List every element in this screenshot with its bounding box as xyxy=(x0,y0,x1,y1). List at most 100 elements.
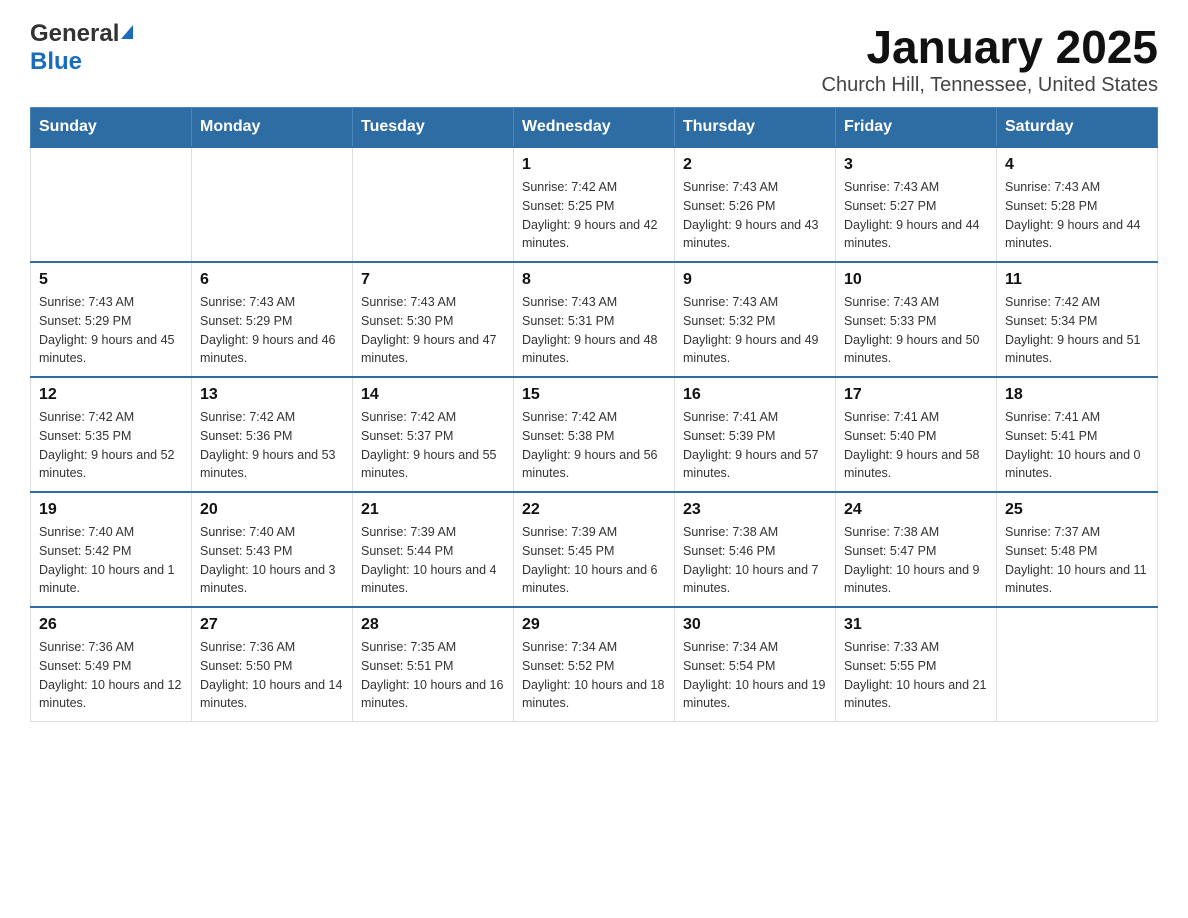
day-number: 18 xyxy=(1005,386,1149,404)
day-info: Sunrise: 7:37 AM Sunset: 5:48 PM Dayligh… xyxy=(1005,523,1149,598)
day-info: Sunrise: 7:42 AM Sunset: 5:34 PM Dayligh… xyxy=(1005,293,1149,368)
day-info: Sunrise: 7:34 AM Sunset: 5:54 PM Dayligh… xyxy=(683,638,827,713)
calendar-cell-w5-d7 xyxy=(997,607,1158,722)
day-number: 15 xyxy=(522,386,666,404)
calendar-cell-w2-d7: 11 Sunrise: 7:42 AM Sunset: 5:34 PM Dayli… xyxy=(997,262,1158,377)
day-info: Sunrise: 7:42 AM Sunset: 5:37 PM Dayligh… xyxy=(361,408,505,483)
page-subtitle: Church Hill, Tennessee, United States xyxy=(822,74,1158,97)
logo-blue-text: Blue xyxy=(30,48,82,75)
logo: General Blue xyxy=(30,20,133,76)
day-info: Sunrise: 7:43 AM Sunset: 5:30 PM Dayligh… xyxy=(361,293,505,368)
day-info: Sunrise: 7:38 AM Sunset: 5:46 PM Dayligh… xyxy=(683,523,827,598)
calendar-cell-w2-d6: 10Sunrise: 7:43 AM Sunset: 5:33 PM Dayli… xyxy=(836,262,997,377)
page-title: January 2025 xyxy=(822,20,1158,74)
day-info: Sunrise: 7:43 AM Sunset: 5:31 PM Dayligh… xyxy=(522,293,666,368)
calendar-week-1: 1 Sunrise: 7:42 AM Sunset: 5:25 PM Daylig… xyxy=(31,147,1158,262)
day-number: 21 xyxy=(361,501,505,519)
calendar-cell-w1-d7: 4Sunrise: 7:43 AM Sunset: 5:28 PM Daylig… xyxy=(997,147,1158,262)
calendar-week-5: 26Sunrise: 7:36 AM Sunset: 5:49 PM Dayli… xyxy=(31,607,1158,722)
calendar-cell-w5-d1: 26Sunrise: 7:36 AM Sunset: 5:49 PM Dayli… xyxy=(31,607,192,722)
col-sunday: Sunday xyxy=(31,108,192,148)
day-number: 6 xyxy=(200,271,344,289)
day-info: Sunrise: 7:39 AM Sunset: 5:44 PM Dayligh… xyxy=(361,523,505,598)
day-info: Sunrise: 7:35 AM Sunset: 5:51 PM Dayligh… xyxy=(361,638,505,713)
calendar-cell-w1-d2 xyxy=(192,147,353,262)
day-info: Sunrise: 7:43 AM Sunset: 5:28 PM Dayligh… xyxy=(1005,178,1149,253)
day-number: 11 xyxy=(1005,271,1149,289)
calendar-week-4: 19 Sunrise: 7:40 AM Sunset: 5:42 PM Dayli… xyxy=(31,492,1158,607)
calendar-cell-w2-d5: 9 Sunrise: 7:43 AM Sunset: 5:32 PM Daylig… xyxy=(675,262,836,377)
day-number: 22 xyxy=(522,501,666,519)
day-number: 1 xyxy=(522,156,666,174)
day-number: 28 xyxy=(361,616,505,634)
title-block: January 2025 Church Hill, Tennessee, Uni… xyxy=(822,20,1158,97)
day-info: Sunrise: 7:38 AM Sunset: 5:47 PM Dayligh… xyxy=(844,523,988,598)
calendar-cell-w4-d7: 25 Sunrise: 7:37 AM Sunset: 5:48 PM Dayli… xyxy=(997,492,1158,607)
day-info: Sunrise: 7:40 AM Sunset: 5:42 PM Dayligh… xyxy=(39,523,183,598)
day-number: 14 xyxy=(361,386,505,404)
day-number: 3 xyxy=(844,156,988,174)
calendar-cell-w4-d5: 23 Sunrise: 7:38 AM Sunset: 5:46 PM Dayli… xyxy=(675,492,836,607)
day-number: 25 xyxy=(1005,501,1149,519)
day-number: 9 xyxy=(683,271,827,289)
day-number: 20 xyxy=(200,501,344,519)
day-info: Sunrise: 7:43 AM Sunset: 5:27 PM Dayligh… xyxy=(844,178,988,253)
logo-general-text: General xyxy=(30,20,119,48)
day-info: Sunrise: 7:43 AM Sunset: 5:33 PM Dayligh… xyxy=(844,293,988,368)
day-info: Sunrise: 7:42 AM Sunset: 5:25 PM Dayligh… xyxy=(522,178,666,253)
day-info: Sunrise: 7:43 AM Sunset: 5:32 PM Dayligh… xyxy=(683,293,827,368)
calendar-cell-w3-d2: 13Sunrise: 7:42 AM Sunset: 5:36 PM Dayli… xyxy=(192,377,353,492)
col-thursday: Thursday xyxy=(675,108,836,148)
calendar-cell-w3-d4: 15 Sunrise: 7:42 AM Sunset: 5:38 PM Dayli… xyxy=(514,377,675,492)
day-info: Sunrise: 7:41 AM Sunset: 5:40 PM Dayligh… xyxy=(844,408,988,483)
day-number: 27 xyxy=(200,616,344,634)
calendar-cell-w5-d5: 30 Sunrise: 7:34 AM Sunset: 5:54 PM Dayli… xyxy=(675,607,836,722)
calendar-cell-w5-d3: 28 Sunrise: 7:35 AM Sunset: 5:51 PM Dayli… xyxy=(353,607,514,722)
day-info: Sunrise: 7:39 AM Sunset: 5:45 PM Dayligh… xyxy=(522,523,666,598)
day-number: 5 xyxy=(39,271,183,289)
col-tuesday: Tuesday xyxy=(353,108,514,148)
calendar-cell-w4-d2: 20Sunrise: 7:40 AM Sunset: 5:43 PM Dayli… xyxy=(192,492,353,607)
calendar-cell-w5-d6: 31Sunrise: 7:33 AM Sunset: 5:55 PM Dayli… xyxy=(836,607,997,722)
calendar-cell-w1-d5: 2Sunrise: 7:43 AM Sunset: 5:26 PM Daylig… xyxy=(675,147,836,262)
day-number: 19 xyxy=(39,501,183,519)
calendar-week-2: 5 Sunrise: 7:43 AM Sunset: 5:29 PM Daylig… xyxy=(31,262,1158,377)
day-number: 30 xyxy=(683,616,827,634)
day-info: Sunrise: 7:41 AM Sunset: 5:41 PM Dayligh… xyxy=(1005,408,1149,483)
calendar-cell-w4-d4: 22 Sunrise: 7:39 AM Sunset: 5:45 PM Dayli… xyxy=(514,492,675,607)
calendar-cell-w3-d3: 14 Sunrise: 7:42 AM Sunset: 5:37 PM Dayli… xyxy=(353,377,514,492)
day-number: 31 xyxy=(844,616,988,634)
day-number: 17 xyxy=(844,386,988,404)
col-friday: Friday xyxy=(836,108,997,148)
day-number: 16 xyxy=(683,386,827,404)
day-info: Sunrise: 7:42 AM Sunset: 5:35 PM Dayligh… xyxy=(39,408,183,483)
calendar-cell-w1-d4: 1 Sunrise: 7:42 AM Sunset: 5:25 PM Daylig… xyxy=(514,147,675,262)
calendar-cell-w3-d6: 17 Sunrise: 7:41 AM Sunset: 5:40 PM Dayli… xyxy=(836,377,997,492)
col-saturday: Saturday xyxy=(997,108,1158,148)
calendar-cell-w3-d7: 18 Sunrise: 7:41 AM Sunset: 5:41 PM Dayli… xyxy=(997,377,1158,492)
day-info: Sunrise: 7:34 AM Sunset: 5:52 PM Dayligh… xyxy=(522,638,666,713)
calendar-cell-w3-d1: 12 Sunrise: 7:42 AM Sunset: 5:35 PM Dayli… xyxy=(31,377,192,492)
day-info: Sunrise: 7:42 AM Sunset: 5:38 PM Dayligh… xyxy=(522,408,666,483)
calendar-cell-w5-d2: 27Sunrise: 7:36 AM Sunset: 5:50 PM Dayli… xyxy=(192,607,353,722)
day-number: 7 xyxy=(361,271,505,289)
calendar-cell-w4-d1: 19 Sunrise: 7:40 AM Sunset: 5:42 PM Dayli… xyxy=(31,492,192,607)
calendar-cell-w1-d3 xyxy=(353,147,514,262)
day-number: 23 xyxy=(683,501,827,519)
day-info: Sunrise: 7:43 AM Sunset: 5:26 PM Dayligh… xyxy=(683,178,827,253)
calendar-cell-w2-d3: 7 Sunrise: 7:43 AM Sunset: 5:30 PM Daylig… xyxy=(353,262,514,377)
calendar-header-row: Sunday Monday Tuesday Wednesday Thursday… xyxy=(31,108,1158,148)
calendar-week-3: 12 Sunrise: 7:42 AM Sunset: 5:35 PM Dayli… xyxy=(31,377,1158,492)
day-number: 12 xyxy=(39,386,183,404)
calendar-cell-w1-d1 xyxy=(31,147,192,262)
day-number: 13 xyxy=(200,386,344,404)
calendar-cell-w2-d2: 6 Sunrise: 7:43 AM Sunset: 5:29 PM Daylig… xyxy=(192,262,353,377)
calendar-cell-w5-d4: 29 Sunrise: 7:34 AM Sunset: 5:52 PM Dayli… xyxy=(514,607,675,722)
day-number: 8 xyxy=(522,271,666,289)
day-info: Sunrise: 7:36 AM Sunset: 5:49 PM Dayligh… xyxy=(39,638,183,713)
col-monday: Monday xyxy=(192,108,353,148)
calendar-cell-w4-d6: 24Sunrise: 7:38 AM Sunset: 5:47 PM Dayli… xyxy=(836,492,997,607)
day-number: 29 xyxy=(522,616,666,634)
calendar-cell-w2-d1: 5Sunrise: 7:43 AM Sunset: 5:29 PM Daylig… xyxy=(31,262,192,377)
day-info: Sunrise: 7:43 AM Sunset: 5:29 PM Dayligh… xyxy=(200,293,344,368)
